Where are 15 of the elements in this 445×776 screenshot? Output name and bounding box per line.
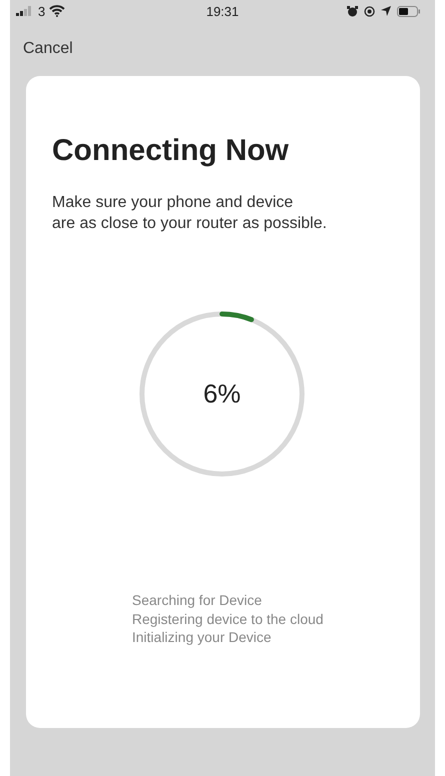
step-text: Initializing your Device	[132, 628, 272, 646]
page-title: Connecting Now	[52, 134, 290, 168]
step-text: Registering device to the cloud	[132, 610, 324, 628]
battery-icon	[397, 6, 421, 16]
carrier-label: 3	[38, 4, 46, 18]
progress-percentage: 6%	[203, 378, 241, 410]
signal-icon	[16, 6, 34, 16]
instruction-text: Make sure your phone and device are as close to your router as possible.	[52, 193, 328, 234]
alarm-clock-icon	[347, 6, 358, 16]
cancel-button[interactable]: Cancel	[23, 40, 73, 58]
wifi-icon	[49, 5, 66, 17]
rotation-lock-icon	[364, 6, 375, 16]
location-arrow-icon	[381, 6, 391, 16]
step-text: Searching for Device	[132, 591, 263, 610]
status-time: 19:31	[206, 4, 239, 18]
